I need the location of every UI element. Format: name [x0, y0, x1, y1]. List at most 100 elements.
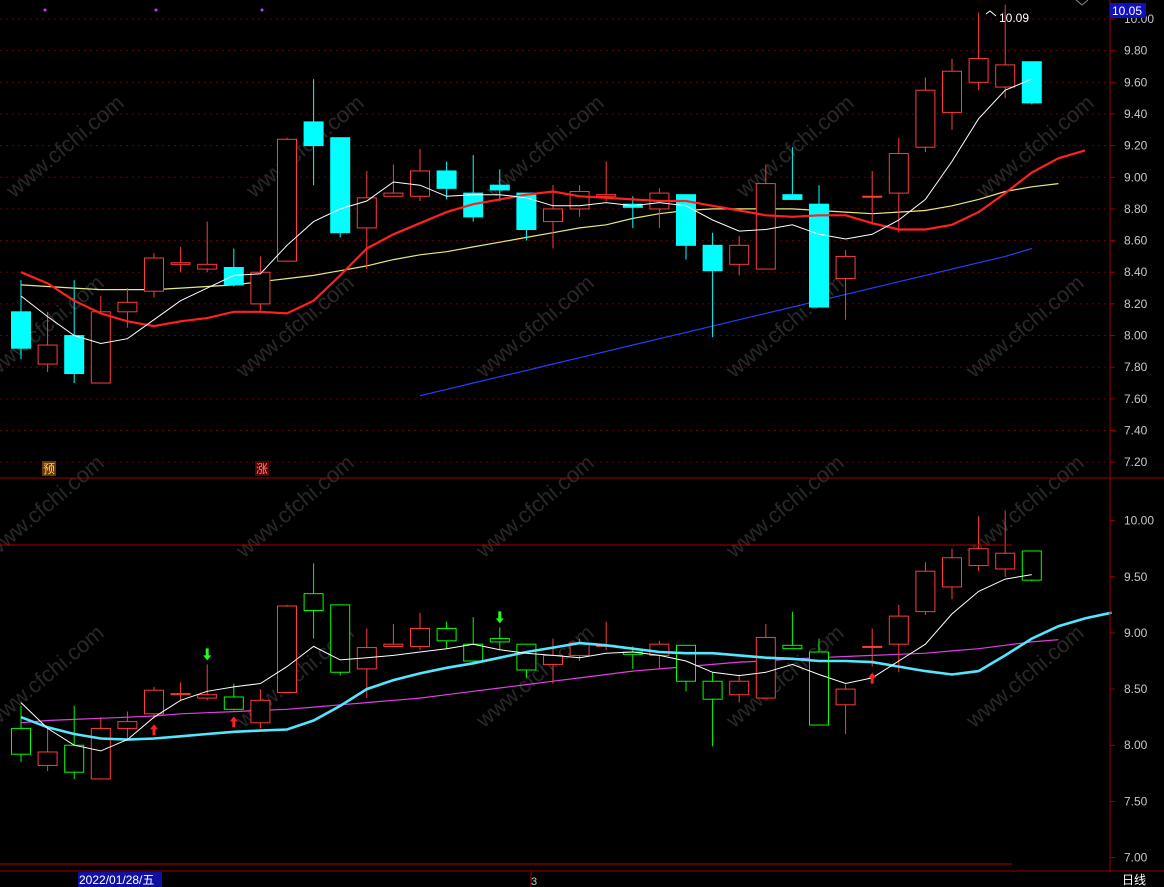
candle-body — [915, 570, 936, 613]
candle-body — [197, 694, 218, 699]
candle-body — [356, 197, 377, 229]
candle-body — [11, 311, 31, 349]
candle-body — [410, 627, 430, 647]
candle-body — [543, 208, 563, 223]
candle-body — [489, 184, 510, 191]
upper-tick-label: 9.00 — [1124, 170, 1148, 184]
lower-tick-label: 9.00 — [1124, 626, 1148, 640]
candle-body — [277, 138, 297, 262]
upper-tick-label: 8.60 — [1124, 234, 1148, 248]
lower-tick-label: 10.00 — [1124, 514, 1154, 528]
candle-body — [250, 699, 271, 724]
candle-body — [383, 192, 404, 197]
candle-body — [862, 195, 883, 198]
top-marker-dot — [260, 8, 264, 12]
lower-candle[interactable] — [330, 604, 351, 676]
candle-body — [117, 301, 138, 313]
upper-tick-label: 7.80 — [1124, 360, 1148, 374]
candle-body — [942, 557, 962, 588]
lower-candle[interactable] — [277, 604, 297, 693]
candle-body — [835, 255, 856, 280]
candle-body — [782, 194, 803, 200]
candle-body — [729, 244, 750, 265]
upper-tick-label: 8.40 — [1124, 265, 1148, 279]
top-marker-dot — [43, 8, 47, 12]
candle-body — [250, 271, 271, 305]
candle-body — [436, 627, 457, 642]
candle-body — [144, 689, 164, 715]
candle-body — [277, 605, 297, 693]
upper-tick-label: 7.60 — [1124, 392, 1148, 406]
pre-signal-label: 预 — [43, 462, 55, 476]
upper-tick-label: 9.20 — [1124, 139, 1148, 153]
chart-background — [0, 0, 1164, 887]
candle-body — [463, 643, 484, 662]
candle-body — [64, 744, 85, 773]
lower-tick-label: 8.00 — [1124, 738, 1148, 752]
upper-candle[interactable] — [144, 253, 164, 298]
top-marker-dot — [154, 8, 158, 12]
candle-body — [755, 183, 776, 270]
candle-body — [862, 645, 883, 648]
candle-body — [596, 194, 617, 197]
upper-candle[interactable] — [1021, 61, 1042, 105]
rise-signal-label: 涨 — [256, 461, 268, 476]
candle-body — [170, 262, 191, 265]
candle-body — [37, 751, 58, 766]
candle-body — [330, 137, 351, 234]
candle-body — [37, 344, 58, 365]
candle-body — [888, 153, 909, 194]
upper-candle[interactable] — [330, 137, 351, 238]
date-label: 2022/01/28/五 — [79, 873, 154, 887]
candle-body — [995, 64, 1016, 88]
upper-tick-label: 8.80 — [1124, 202, 1148, 216]
candle-body — [942, 70, 962, 113]
candle-body — [197, 263, 218, 270]
lower-candle[interactable] — [144, 686, 164, 719]
candle-body — [809, 203, 829, 308]
upper-tick-label: 9.80 — [1124, 44, 1148, 58]
candle-body — [995, 552, 1016, 570]
candle-body — [90, 311, 111, 384]
candle-body — [64, 335, 85, 375]
candle-body — [702, 680, 723, 700]
candle-body — [436, 170, 457, 189]
candle-body — [117, 721, 138, 729]
candle-body — [755, 636, 776, 699]
candle-body — [516, 643, 537, 671]
candle-body — [330, 604, 351, 673]
candle-body — [543, 654, 563, 665]
candle-body — [676, 644, 696, 682]
candle-body — [383, 643, 404, 647]
candle-body — [90, 727, 111, 780]
lower-tick-label: 9.50 — [1124, 570, 1148, 584]
period-button[interactable]: 日线 — [1122, 873, 1146, 887]
upper-tick-label: 7.40 — [1124, 424, 1148, 438]
candle-body — [170, 693, 191, 696]
candle-body — [649, 643, 670, 656]
stock-chart[interactable]: www.cfchi.com www.cfchi.com www.cfchi.com w… — [0, 0, 1164, 887]
candle-body — [489, 638, 510, 643]
candle-body — [729, 680, 750, 696]
candle-body — [835, 688, 856, 706]
candle-body — [516, 192, 537, 231]
candle-body — [915, 89, 936, 148]
high-marker-label: 10.09 — [999, 11, 1029, 25]
upper-tick-label: 8.00 — [1124, 329, 1148, 343]
candle-body — [11, 727, 31, 755]
candle-body — [144, 257, 164, 292]
lower-tick-label: 8.50 — [1124, 682, 1148, 696]
candle-body — [968, 58, 989, 83]
candle-body — [303, 593, 324, 611]
upper-tick-label: 7.20 — [1124, 455, 1148, 469]
page-marker: 3 — [531, 876, 537, 887]
candle-body — [968, 548, 989, 567]
lower-tick-label: 7.00 — [1124, 851, 1148, 865]
candle-body — [888, 615, 909, 645]
lower-tick-label: 7.50 — [1124, 794, 1148, 808]
candle-body — [410, 170, 430, 197]
upper-tick-label: 8.20 — [1124, 297, 1148, 311]
upper-candle[interactable] — [277, 137, 297, 262]
lower-candle[interactable] — [1021, 550, 1042, 582]
upper-tick-label: 9.60 — [1124, 75, 1148, 89]
